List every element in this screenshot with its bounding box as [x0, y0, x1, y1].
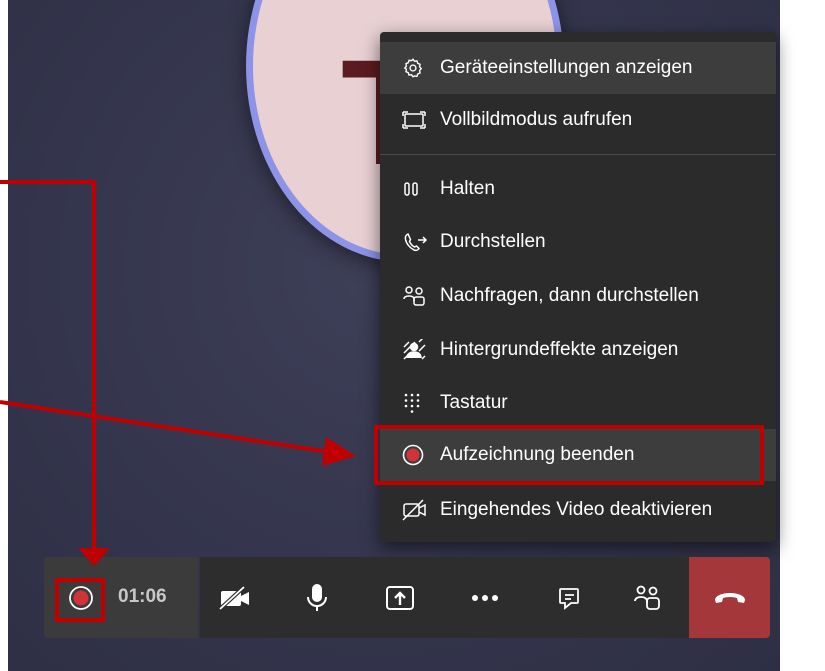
annotation-highlight-record-indicator: [55, 578, 105, 622]
annotation-arrow: [0, 400, 356, 466]
annotation-highlight-stop-recording: [374, 425, 764, 485]
